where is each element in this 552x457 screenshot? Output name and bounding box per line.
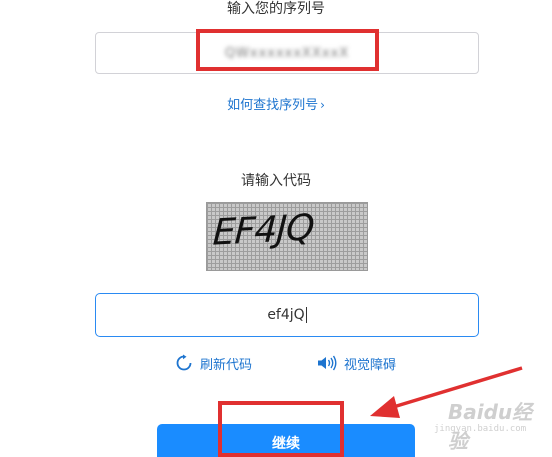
code-input-value: ef4jQ [267,307,305,323]
captcha-image: EF4JQ [206,202,368,271]
captcha-text: EF4JQ [211,207,315,254]
watermark-sub: jingyan.baidu.com [434,424,527,434]
refresh-code-button[interactable]: 刷新代码 [175,353,252,373]
refresh-icon [176,354,192,371]
chevron-right-icon: › [320,98,325,112]
refresh-code-label: 刷新代码 [200,357,253,373]
code-title: 请输入代码 [241,173,311,189]
code-input[interactable]: ef4jQ [95,293,479,337]
serial-entry-page: 输入您的序列号 QWxxxxxxXXxxX 如何查找序列号 › 请输入代码 EF4… [0,0,552,457]
serial-title: 输入您的序列号 [227,1,325,17]
continue-annotation-box [218,401,344,457]
serial-annotation-box [196,29,379,71]
speaker-icon [318,355,337,371]
find-serial-link[interactable]: 如何查找序列号 › [0,97,552,114]
text-caret [305,307,307,323]
baidu-watermark: Baidu经验 jingyan.baidu.com [430,394,550,453]
find-serial-link-label: 如何查找序列号 [227,98,319,113]
